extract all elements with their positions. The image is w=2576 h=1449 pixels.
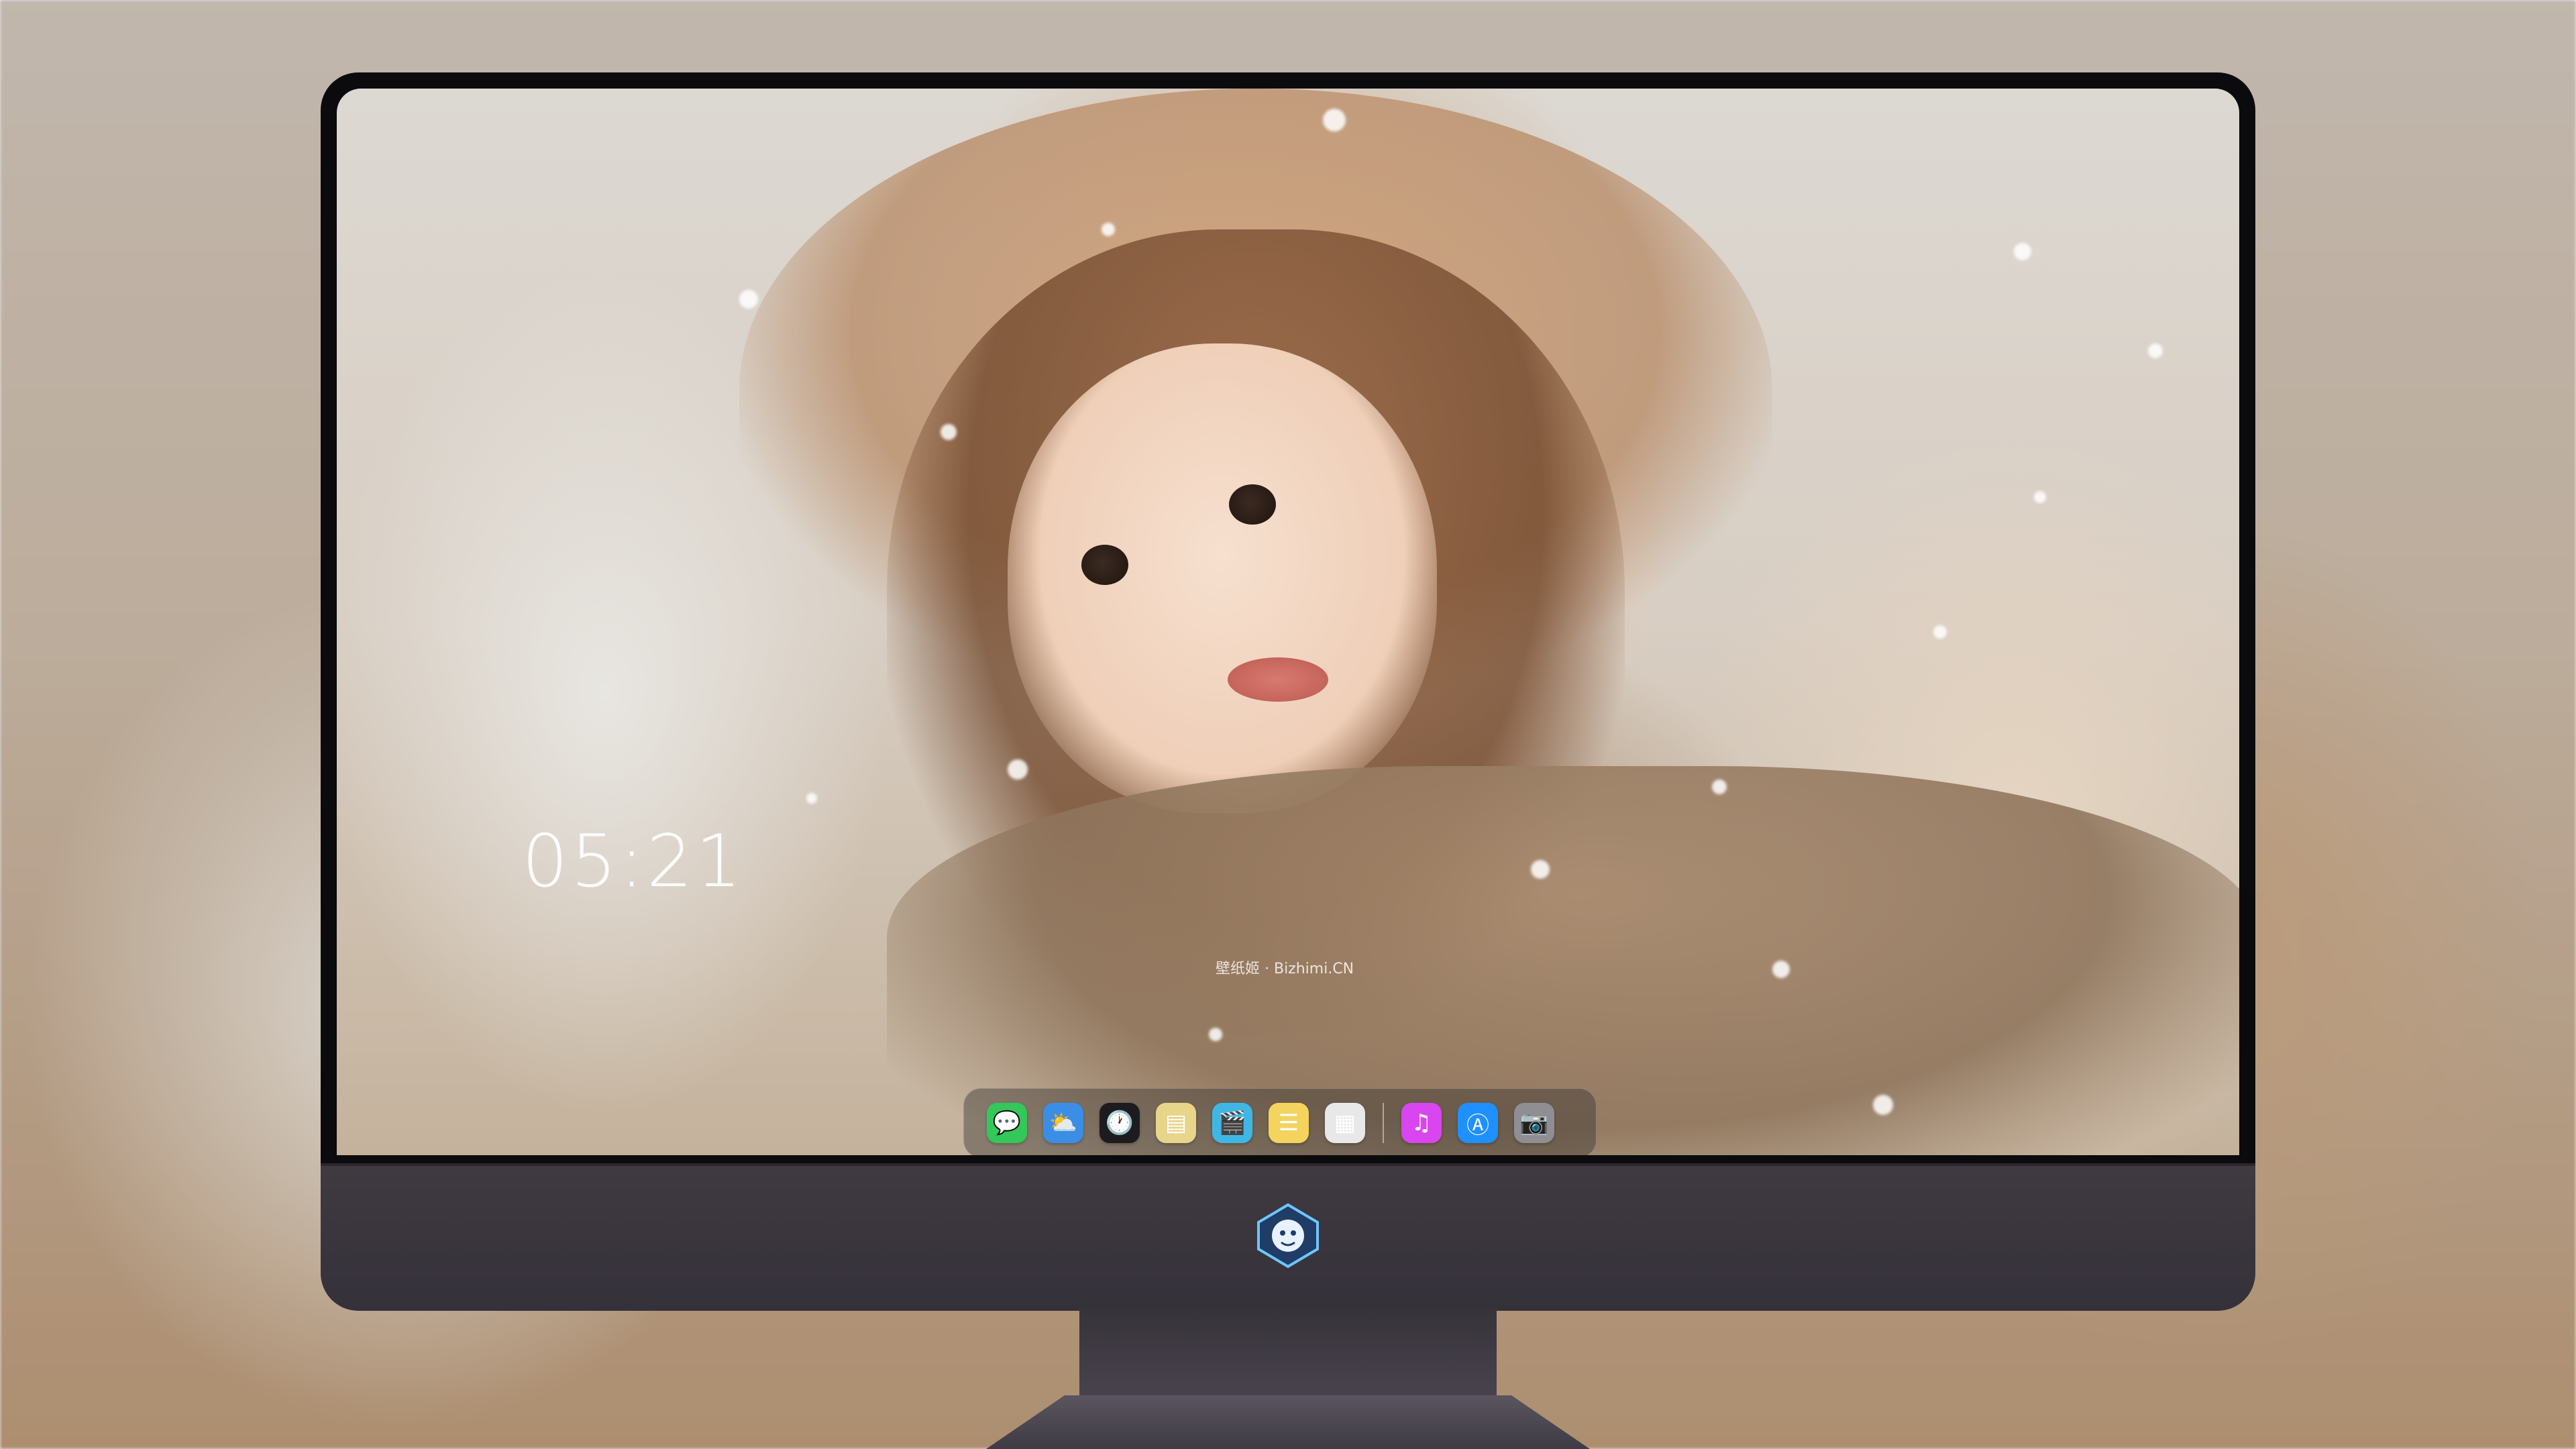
snowflake bbox=[1531, 860, 1550, 879]
wallpaper-eye-right bbox=[1229, 484, 1276, 525]
snowflake bbox=[1209, 1028, 1222, 1041]
clips-icon[interactable]: 🎬 bbox=[1212, 1103, 1252, 1143]
snowflake bbox=[1873, 1095, 1893, 1115]
clock-icon[interactable]: 🕐 bbox=[1099, 1103, 1140, 1143]
photos-icon[interactable]: ▦ bbox=[1325, 1103, 1365, 1143]
dock: 💬 ⛅ 🕐 ▤ 🎬 ☰ ▦ ♫ Ⓐ 📷 bbox=[963, 1088, 1597, 1155]
wallpaper-lips bbox=[1228, 657, 1328, 702]
monitor: 05:21 壁纸姬 · Bizhimi.CN 💬 ⛅ 🕐 ▤ 🎬 ☰ ▦ ♫ Ⓐ 📷 bbox=[321, 72, 2255, 1311]
snowflake bbox=[1323, 109, 1346, 131]
wallpaper-watermark: 壁纸姬 · Bizhimi.CN bbox=[1216, 961, 1354, 977]
messages-icon[interactable]: 💬 bbox=[987, 1103, 1027, 1143]
snowflake bbox=[2014, 243, 2031, 260]
weather-icon[interactable]: ⛅ bbox=[1043, 1103, 1083, 1143]
monitor-stand-foot bbox=[986, 1395, 1590, 1449]
wallpaper-face bbox=[1008, 343, 1437, 813]
wallpaper-eye-left bbox=[1081, 545, 1128, 585]
snowflake bbox=[2148, 343, 2163, 358]
music-icon[interactable]: ♫ bbox=[1401, 1103, 1442, 1143]
app-store-icon[interactable]: Ⓐ bbox=[1458, 1103, 1498, 1143]
camera-icon[interactable]: 📷 bbox=[1514, 1103, 1554, 1143]
preview-icon[interactable]: ▤ bbox=[1156, 1103, 1196, 1143]
snowflake bbox=[1772, 961, 1790, 978]
snowflake bbox=[1102, 223, 1115, 236]
snowflake bbox=[1712, 780, 1727, 794]
snowflake bbox=[2034, 491, 2046, 503]
dock-separator bbox=[1383, 1103, 1384, 1143]
desktop-clock: 05:21 bbox=[522, 820, 745, 904]
notes-icon[interactable]: ☰ bbox=[1269, 1103, 1309, 1143]
snowflake bbox=[739, 290, 758, 309]
snowflake bbox=[941, 424, 957, 440]
desktop-screen: 05:21 壁纸姬 · Bizhimi.CN 💬 ⛅ 🕐 ▤ 🎬 ☰ ▦ ♫ Ⓐ 📷 bbox=[337, 89, 2239, 1155]
snowflake bbox=[806, 793, 817, 804]
brand-logo-icon bbox=[1257, 1203, 1319, 1269]
monitor-stand-neck bbox=[1079, 1308, 1497, 1409]
snowflake bbox=[1008, 759, 1028, 780]
snowflake bbox=[1933, 625, 1947, 639]
